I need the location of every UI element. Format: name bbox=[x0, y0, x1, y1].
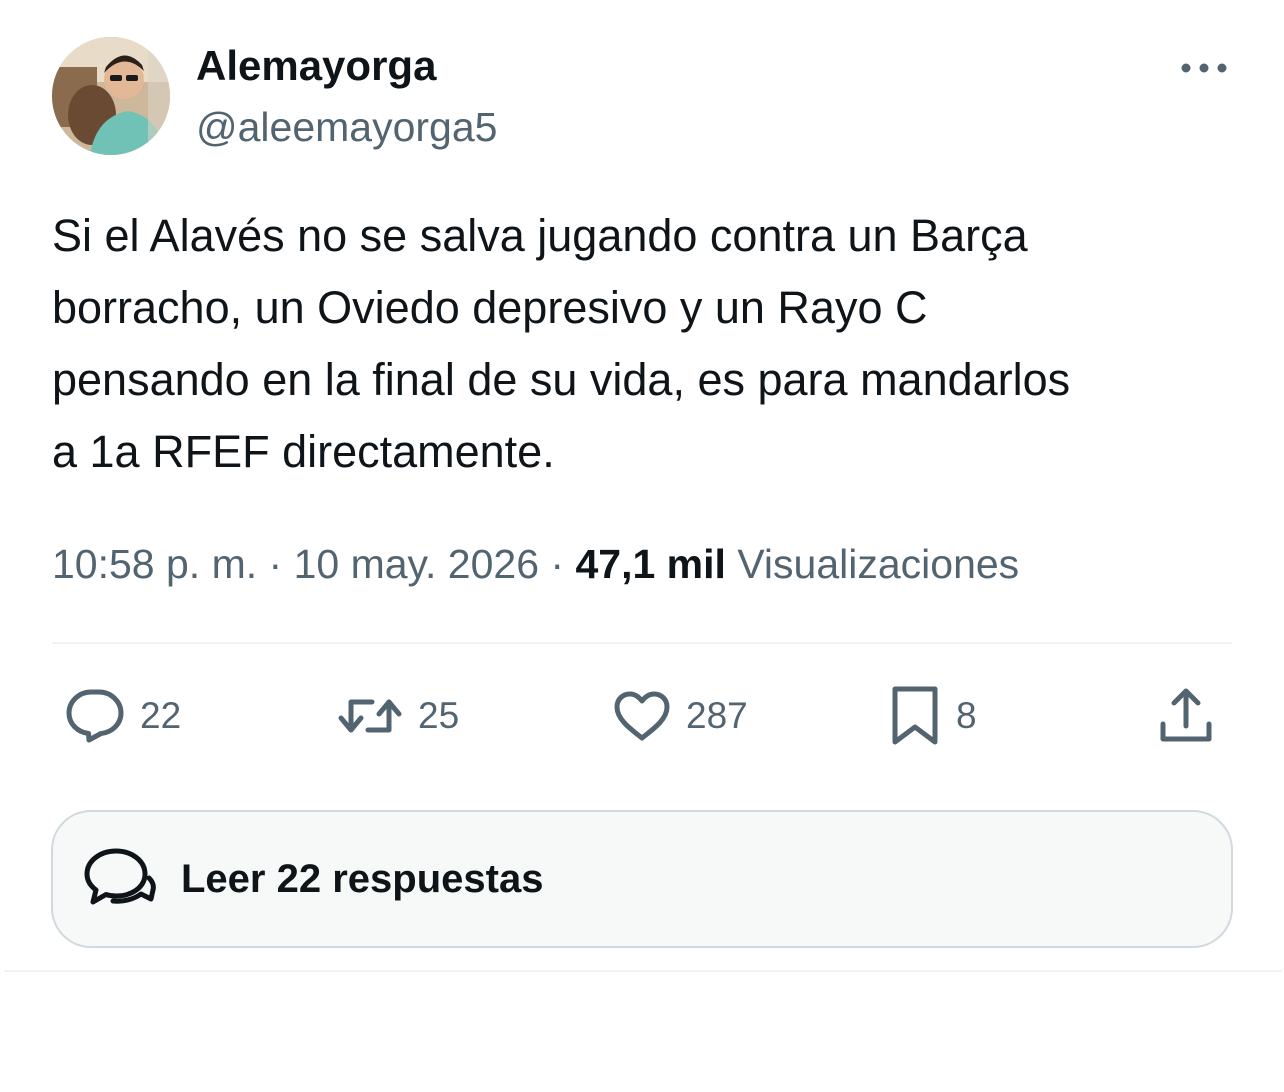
heart-icon bbox=[614, 691, 670, 741]
tweet-meta: 10:58 p. m. · 10 may. 2026 · 47,1 mil Vi… bbox=[52, 536, 1019, 592]
reply-bubble-icon bbox=[66, 689, 124, 743]
repost-icon bbox=[338, 699, 402, 733]
reply-button[interactable]: 22 bbox=[64, 684, 181, 748]
share-icon bbox=[1160, 688, 1212, 742]
bookmark-icon bbox=[892, 686, 938, 745]
tweet-date[interactable]: 10 may. 2026 bbox=[294, 541, 539, 587]
meta-separator: · bbox=[268, 541, 283, 587]
share-button[interactable] bbox=[1156, 684, 1216, 748]
views-count: 47,1 mil bbox=[575, 541, 726, 587]
read-replies-button[interactable]: Leer 22 respuestas bbox=[51, 810, 1233, 948]
author-display-name[interactable]: Alemayorga bbox=[196, 40, 436, 92]
avatar-photo bbox=[52, 37, 170, 155]
tweet-text: Si el Alavés no se salva jugando contra … bbox=[52, 210, 1071, 477]
tweet-time[interactable]: 10:58 p. m. bbox=[52, 541, 257, 587]
more-options-button[interactable] bbox=[1172, 50, 1236, 86]
reply-count: 22 bbox=[140, 695, 182, 736]
repost-button[interactable]: 25 bbox=[336, 684, 459, 748]
like-count: 287 bbox=[686, 695, 748, 736]
repost-count: 25 bbox=[418, 695, 460, 736]
divider bbox=[4, 970, 1282, 972]
bookmark-button[interactable]: 8 bbox=[888, 684, 977, 748]
bookmark-count: 8 bbox=[956, 695, 977, 736]
divider bbox=[52, 642, 1232, 644]
avatar[interactable] bbox=[52, 37, 170, 155]
more-horizontal-icon bbox=[1181, 63, 1227, 73]
like-button[interactable]: 287 bbox=[612, 684, 748, 748]
conversation-icon-wrap bbox=[83, 842, 157, 916]
author-handle[interactable]: @aleemayorga5 bbox=[196, 102, 497, 152]
read-replies-label: Leer 22 respuestas bbox=[181, 856, 544, 901]
views-label: Visualizaciones bbox=[737, 541, 1020, 587]
conversation-icon bbox=[84, 848, 156, 905]
meta-separator: · bbox=[550, 541, 565, 587]
